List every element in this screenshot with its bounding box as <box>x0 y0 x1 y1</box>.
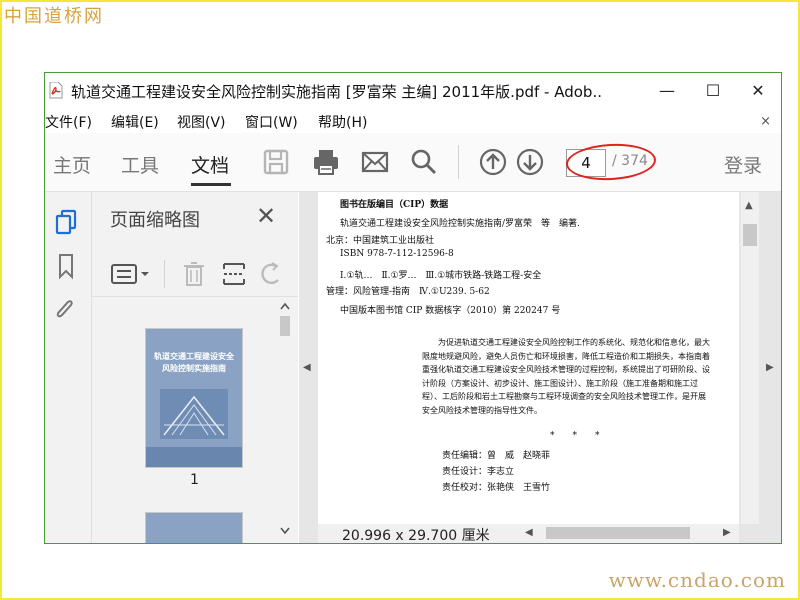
watermark-bottom: www.cndao.com <box>608 568 786 592</box>
menu-help[interactable]: 帮助(H) <box>318 112 367 132</box>
delete-page-icon[interactable] <box>180 260 208 288</box>
tab-tools[interactable]: 工具 <box>121 151 159 178</box>
menu-bar: 文件(F) 编辑(E) 视图(V) 窗口(W) 帮助(H) × <box>45 107 781 133</box>
expand-right-panel-icon[interactable]: ▶ <box>766 362 774 373</box>
close-button[interactable]: ✕ <box>735 73 781 107</box>
document-page: 图书在版编目（CIP）数据 轨道交通工程建设安全风险控制实施指南/罗富荣 等 编… <box>318 192 739 524</box>
options-menu-icon[interactable] <box>110 262 152 286</box>
horizontal-scroll-thumb[interactable] <box>546 527 690 539</box>
watermark-top: 中国道桥网 <box>4 6 104 27</box>
thumbnail-page-number: 1 <box>190 472 199 488</box>
attachment-icon[interactable] <box>53 296 79 324</box>
foreword-paragraph: 为促进轨道交通工程建设安全风险控制工作的系统化、规范化和信息化，最大限度地规避风… <box>422 338 710 415</box>
scroll-up-icon[interactable]: ▲ <box>745 200 753 211</box>
bookmark-icon[interactable] <box>53 252 79 280</box>
thumbnail-tools <box>92 252 298 297</box>
thumbnail-cover-title: 轨道交通工程建设安全风险控制实施指南 <box>154 352 234 373</box>
title-bar: 轨道交通工程建设安全风险控制实施指南 [罗富荣 主编] 2011年版.pdf -… <box>45 73 781 107</box>
cip-line-2: 北京：中国建筑工业出版社 <box>326 236 435 246</box>
page-thumbnail[interactable]: 轨道交通工程建设安全风险控制实施指南 <box>145 328 243 468</box>
tab-document[interactable]: 文档 <box>191 151 229 178</box>
cip-line-6: 中国版本图书馆 CIP 数据核字（2010）第 220247 号 <box>340 306 561 316</box>
panel-title: 页面缩略图 <box>110 210 200 231</box>
cip-line-4: Ⅰ.①轨… Ⅱ.①罗… Ⅲ.①城市铁路-铁路工程-安全 <box>340 271 542 281</box>
collapse-left-panel-icon[interactable]: ◀ <box>303 362 311 373</box>
active-tab-indicator <box>191 183 231 186</box>
menu-file[interactable]: 文件(F) <box>45 112 92 132</box>
scroll-left-icon[interactable]: ◀ <box>525 527 533 538</box>
horizontal-scrollbar[interactable]: 20.996 x 29.700 厘米 ◀ ▶ <box>318 524 739 543</box>
thumbnail-panel: 页面缩略图 ✕ 轨道交通工程建设安全风险控制实施指南 1 <box>92 192 298 543</box>
rotate-page-icon[interactable] <box>258 260 286 288</box>
page-down-icon[interactable] <box>515 147 545 177</box>
page-dimensions: 20.996 x 29.700 厘米 <box>342 528 490 544</box>
cip-header: 图书在版编目（CIP）数据 <box>340 200 449 210</box>
cip-line-3: ISBN 978-7-112-12596-8 <box>340 249 454 259</box>
email-icon[interactable] <box>360 147 390 177</box>
vertical-scrollbar[interactable]: ▲ <box>741 192 759 524</box>
login-button[interactable]: 登录 <box>724 151 762 178</box>
credit-editor: 责任编辑：曾 威 赵晓菲 <box>442 451 551 461</box>
menu-view[interactable]: 视图(V) <box>177 112 226 132</box>
page-thumbnail-next[interactable] <box>145 512 243 543</box>
panel-close-icon[interactable]: ✕ <box>256 202 276 230</box>
window-title: 轨道交通工程建设安全风险控制实施指南 [罗富荣 主编] 2011年版.pdf -… <box>71 83 601 101</box>
maximize-button[interactable]: ☐ <box>690 73 736 107</box>
page-thumbnails-icon[interactable] <box>53 208 79 236</box>
left-navigation-rail <box>45 192 92 543</box>
vertical-scroll-thumb[interactable] <box>743 224 757 246</box>
acrobat-window: 轨道交通工程建设安全风险控制实施指南 [罗富荣 主编] 2011年版.pdf -… <box>44 72 782 544</box>
document-close-icon[interactable]: × <box>760 114 771 129</box>
search-icon[interactable] <box>409 147 439 177</box>
tab-home[interactable]: 主页 <box>53 151 91 178</box>
thumbnail-scrollbar[interactable] <box>278 300 292 540</box>
credit-proofreader: 责任校对：张艳侠 王雪竹 <box>442 483 551 493</box>
pdf-file-icon <box>49 82 63 99</box>
menu-window[interactable]: 窗口(W) <box>245 112 298 132</box>
cip-line-1: 轨道交通工程建设安全风险控制实施指南/罗富荣 等 编著. <box>340 219 580 229</box>
save-icon[interactable] <box>261 147 291 177</box>
toolbar: 主页 工具 文档 <box>45 133 781 192</box>
page-up-icon[interactable] <box>478 147 508 177</box>
cover-footer <box>146 447 242 467</box>
minimize-button[interactable]: — <box>644 73 690 107</box>
cover-illustration <box>160 389 228 439</box>
menu-edit[interactable]: 编辑(E) <box>111 112 159 132</box>
cip-line-5: 管理：风险管理-指南 Ⅳ.①U239. 5-62 <box>326 287 490 297</box>
document-view: ◀ 图书在版编目（CIP）数据 轨道交通工程建设安全风险控制实施指南/罗富荣 等… <box>299 192 781 543</box>
toolbar-divider <box>458 145 459 179</box>
panel-tools-divider <box>164 260 165 288</box>
extract-page-icon[interactable] <box>220 260 248 288</box>
separator-stars: * * * <box>550 431 600 441</box>
scroll-right-icon[interactable]: ▶ <box>723 527 731 538</box>
credit-designer: 责任设计：李志立 <box>442 467 515 477</box>
print-icon[interactable] <box>311 147 341 177</box>
